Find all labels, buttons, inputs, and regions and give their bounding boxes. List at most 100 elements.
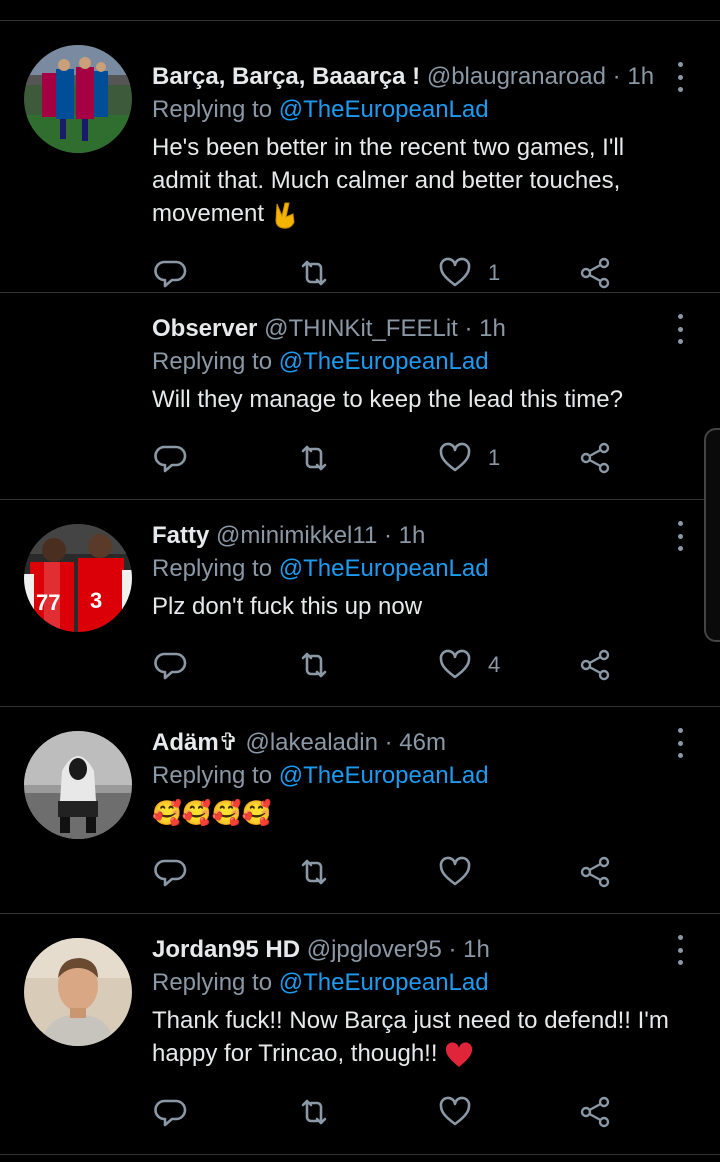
- retweet-icon: [301, 859, 327, 885]
- avatar[interactable]: 77 3: [24, 524, 132, 632]
- svg-text:3: 3: [90, 588, 102, 613]
- tweet[interactable]: Observer @THINKit_FEELit · 1h Replying t…: [0, 293, 720, 500]
- tweet-text: 🥰🥰🥰🥰: [152, 800, 272, 827]
- tweet-text: Thank fuck!! Now Barça just need to defe…: [152, 1004, 680, 1070]
- retweet-icon: [301, 445, 327, 471]
- mention-link[interactable]: @TheEuropeanLad: [279, 96, 489, 123]
- retweet-button[interactable]: [297, 852, 331, 892]
- tweet-header: Observer @THINKit_FEELit · 1h: [152, 313, 680, 345]
- barca-players-avatar: [24, 45, 132, 153]
- retweet-button[interactable]: [297, 253, 331, 293]
- reply-button[interactable]: [154, 852, 188, 892]
- retweet-button[interactable]: [297, 438, 331, 478]
- replying-to: Replying to @TheEuropeanLad: [152, 93, 680, 127]
- display-name[interactable]: Observer: [152, 315, 257, 342]
- retweet-icon: [301, 1099, 327, 1125]
- timestamp[interactable]: 1h: [399, 522, 426, 549]
- man-portrait-avatar: [24, 938, 132, 1046]
- share-button[interactable]: [578, 852, 612, 892]
- share-icon: [580, 257, 610, 289]
- reply-button[interactable]: [154, 438, 188, 478]
- share-button[interactable]: [578, 253, 612, 293]
- reply-icon: [154, 652, 187, 680]
- display-name[interactable]: Barça, Barça, Baaarça !: [152, 63, 420, 90]
- user-handle[interactable]: @blaugranaroad: [427, 63, 606, 90]
- separator-dot: ·: [384, 729, 393, 756]
- share-button[interactable]: [578, 645, 612, 685]
- mention-link[interactable]: @TheEuropeanLad: [279, 555, 489, 582]
- reply-icon: [154, 859, 187, 887]
- retweet-icon: [301, 260, 327, 286]
- share-button[interactable]: [578, 1092, 612, 1132]
- display-name[interactable]: Adäm✞: [152, 729, 239, 756]
- user-handle[interactable]: @jpglover95: [307, 936, 442, 963]
- svg-text:77: 77: [36, 590, 60, 615]
- like-icon: [439, 856, 471, 886]
- avatar[interactable]: [24, 938, 132, 1046]
- replying-to: Replying to @TheEuropeanLad: [152, 966, 680, 1000]
- red-heart-icon: [446, 1042, 473, 1067]
- tweet[interactable]: Jordan95 HD @jpglover95 · 1h Replying to…: [0, 914, 720, 1155]
- timestamp[interactable]: 1h: [463, 936, 490, 963]
- avatar[interactable]: [24, 731, 132, 839]
- separator-dot: ·: [448, 936, 457, 963]
- user-handle[interactable]: @lakealadin: [245, 729, 377, 756]
- like-button[interactable]: [438, 1092, 488, 1132]
- tweet-actions: 1: [152, 253, 640, 293]
- more-icon[interactable]: [670, 728, 690, 758]
- like-icon: [439, 649, 471, 679]
- reply-button[interactable]: [154, 645, 188, 685]
- reply-icon: [154, 260, 187, 288]
- tweet-header: Jordan95 HD @jpglover95 · 1h: [152, 934, 680, 966]
- like-button[interactable]: [438, 852, 488, 892]
- separator-dot: ·: [383, 522, 392, 549]
- share-icon: [580, 1096, 610, 1128]
- replying-prefix: Replying to: [152, 348, 279, 375]
- tweet[interactable]: 77 3 Fatty @minimikkel11 · 1h Replying t…: [0, 500, 720, 707]
- reply-feed: Barça, Barça, Baaarça ! @blaugranaroad ·…: [0, 0, 720, 1155]
- separator-dot: ·: [464, 315, 473, 342]
- reply-button[interactable]: [154, 253, 188, 293]
- display-name[interactable]: Fatty: [152, 522, 209, 549]
- replying-to: Replying to @TheEuropeanLad: [152, 552, 680, 586]
- tweet-text: Plz don't fuck this up now: [152, 593, 423, 620]
- user-handle[interactable]: @THINKit_FEELit: [264, 315, 458, 342]
- more-icon[interactable]: [670, 62, 690, 92]
- share-icon: [580, 442, 610, 474]
- like-button[interactable]: 1: [438, 253, 500, 293]
- victory-hand-icon: [275, 202, 295, 229]
- reply-button[interactable]: [154, 1092, 188, 1132]
- replying-prefix: Replying to: [152, 969, 279, 996]
- like-button[interactable]: 1: [438, 438, 500, 478]
- display-name[interactable]: Jordan95 HD: [152, 936, 300, 963]
- more-icon[interactable]: [670, 521, 690, 551]
- retweet-button[interactable]: [297, 645, 331, 685]
- tweet[interactable]: Barça, Barça, Baaarça ! @blaugranaroad ·…: [0, 21, 720, 293]
- share-button[interactable]: [578, 438, 612, 478]
- fast-scroll-handle[interactable]: [704, 428, 720, 642]
- tweet[interactable]: Adäm✞ @lakealadin · 46m Replying to @The…: [0, 707, 720, 914]
- like-count: 1: [488, 445, 501, 470]
- replying-prefix: Replying to: [152, 762, 279, 789]
- replying-to: Replying to @TheEuropeanLad: [152, 759, 680, 793]
- mention-link[interactable]: @TheEuropeanLad: [279, 348, 489, 375]
- hooded-person-avatar: [24, 731, 132, 839]
- replying-to: Replying to @TheEuropeanLad: [152, 345, 680, 379]
- like-count: 4: [488, 652, 501, 677]
- replying-prefix: Replying to: [152, 555, 279, 582]
- more-icon[interactable]: [670, 314, 690, 344]
- retweet-button[interactable]: [297, 1092, 331, 1132]
- like-button[interactable]: 4: [438, 645, 500, 685]
- separator-dot: ·: [612, 63, 621, 90]
- timestamp[interactable]: 46m: [399, 729, 446, 756]
- tweet-text-content: Thank fuck!! Now Barça just need to defe…: [152, 1007, 669, 1067]
- timestamp[interactable]: 1h: [627, 63, 654, 90]
- timestamp[interactable]: 1h: [479, 315, 506, 342]
- share-icon: [580, 649, 610, 681]
- user-handle[interactable]: @minimikkel11: [216, 522, 377, 549]
- mention-link[interactable]: @TheEuropeanLad: [279, 969, 489, 996]
- avatar[interactable]: [24, 45, 132, 153]
- mention-link[interactable]: @TheEuropeanLad: [279, 762, 489, 789]
- more-icon[interactable]: [670, 935, 690, 965]
- tweet-text: He's been better in the recent two games…: [152, 131, 680, 230]
